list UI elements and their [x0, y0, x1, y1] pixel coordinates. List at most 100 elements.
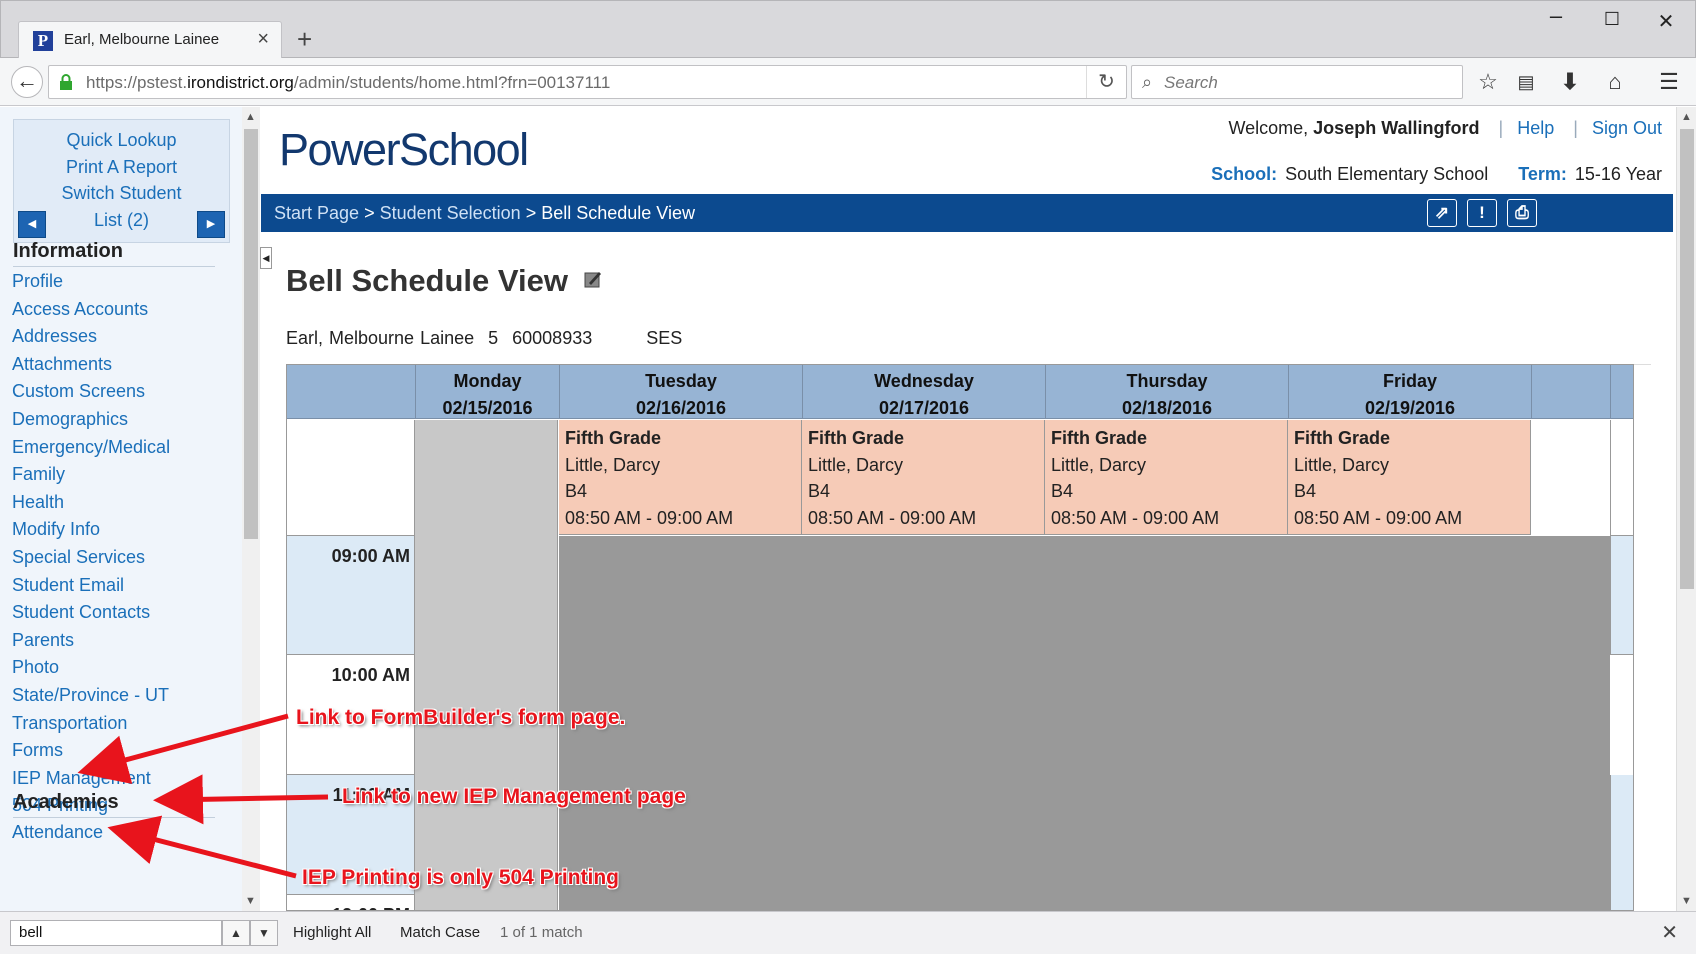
event-teacher: Little, Darcy — [1051, 454, 1147, 475]
class-event-wednesday[interactable]: Fifth Grade Little, Darcy B4 08:50 AM - 09:… — [802, 420, 1045, 535]
scroll-down-icon[interactable]: ▼ — [1681, 895, 1692, 907]
edit-page-icon[interactable] — [583, 269, 603, 289]
day-name: Thursday — [1126, 371, 1208, 391]
sidebar-item-iep-management[interactable]: IEP Management — [12, 765, 170, 793]
bookmark-star-icon[interactable]: ☆ — [1473, 68, 1503, 98]
sidebar-item-parents[interactable]: Parents — [12, 627, 170, 655]
browser-search-box[interactable]: ⌕ Search — [1131, 65, 1463, 99]
sidebar-item-student-contacts[interactable]: Student Contacts — [12, 599, 170, 627]
day-header-thursday: Thursday 02/18/2016 — [1045, 365, 1288, 419]
sidebar-item-custom-screens[interactable]: Custom Screens — [12, 378, 170, 406]
sidebar-item-state-province-ut[interactable]: State/Province - UT — [12, 682, 170, 710]
sidebar-item-health[interactable]: Health — [12, 489, 170, 517]
print-report-link[interactable]: Print A Report — [14, 154, 229, 181]
address-bar[interactable]: https://pstest.irondistrict.org/admin/st… — [48, 65, 1127, 99]
breadcrumb-bar: Start Page > Student Selection > Bell Sc… — [261, 194, 1673, 232]
browser-tab[interactable]: P Earl, Melbourne Lainee × — [18, 21, 282, 59]
day-name: Friday — [1382, 371, 1438, 391]
home-icon[interactable]: ⌂ — [1600, 68, 1630, 98]
breadcrumb-current: Bell Schedule View — [541, 203, 695, 223]
term-label: Term: — [1518, 164, 1567, 184]
tab-close-icon[interactable]: × — [257, 28, 269, 51]
sidebar-item-forms[interactable]: Forms — [12, 737, 170, 765]
iep-annotation: Link to new IEP Management page — [342, 785, 686, 808]
scroll-up-icon[interactable]: ▲ — [1681, 111, 1692, 123]
sidebar-scrollbar[interactable]: ▲ ▼ — [242, 107, 260, 911]
sidebar-item-demographics[interactable]: Demographics — [12, 406, 170, 434]
sidebar-item-addresses[interactable]: Addresses — [12, 323, 170, 351]
lock-icon — [60, 74, 72, 90]
sidebar-item-photo[interactable]: Photo — [12, 654, 170, 682]
page-scroll-thumb[interactable] — [1680, 129, 1694, 589]
event-title: Fifth Grade — [1294, 428, 1391, 448]
next-student-arrow-icon[interactable]: ▶ — [197, 211, 225, 238]
day-header-tuesday: Tuesday 02/16/2016 — [559, 365, 802, 419]
class-event-tuesday[interactable]: Fifth Grade Little, Darcy B4 08:50 AM - 09:… — [559, 420, 802, 535]
find-close-icon[interactable]: ✕ — [1661, 920, 1678, 945]
day-name: Wednesday — [874, 371, 974, 391]
external-link-icon[interactable]: ⇗ — [1427, 199, 1457, 227]
back-arrow-icon[interactable]: ← — [11, 66, 43, 98]
find-previous-icon[interactable]: ▲ — [222, 920, 250, 946]
previous-student-arrow-icon[interactable]: ◀ — [18, 211, 46, 238]
user-name: Joseph Wallingford — [1313, 118, 1480, 138]
breadcrumb-student-selection[interactable]: Student Selection — [380, 203, 521, 223]
tab-title: Earl, Melbourne Lainee — [64, 31, 220, 48]
event-room: B4 — [1294, 481, 1317, 501]
breadcrumb-start-page[interactable]: Start Page — [274, 203, 359, 223]
help-link[interactable]: Help — [1517, 118, 1554, 138]
sidebar-item-emergency-medical[interactable]: Emergency/Medical — [12, 434, 170, 462]
download-icon[interactable]: ⬇ — [1555, 68, 1585, 98]
sidebar-item-family[interactable]: Family — [12, 461, 170, 489]
term-value[interactable]: 15-16 Year — [1575, 164, 1662, 184]
window-close-icon[interactable]: ✕ — [1651, 9, 1681, 34]
menu-icon[interactable]: ☰ — [1654, 68, 1684, 98]
find-input[interactable]: bell — [10, 920, 222, 946]
user-bar: Welcome, Joseph Wallingford | Help | Sign … — [1228, 118, 1662, 138]
scroll-down-icon[interactable]: ▼ — [245, 895, 256, 907]
day-date: 02/18/2016 — [1121, 398, 1213, 418]
sign-out-link[interactable]: Sign Out — [1592, 118, 1662, 138]
find-next-icon[interactable]: ▼ — [250, 920, 278, 946]
event-room: B4 — [565, 481, 588, 501]
maximize-icon[interactable]: ☐ — [1597, 9, 1627, 30]
reading-list-icon[interactable]: ▤ — [1511, 68, 1541, 98]
event-title: Fifth Grade — [565, 428, 662, 448]
reload-icon[interactable]: ↻ — [1086, 66, 1126, 98]
printing-annotation: IEP Printing is only 504 Printing — [302, 866, 620, 889]
highlight-all-toggle[interactable]: Highlight All — [293, 924, 371, 941]
sidebar-item-special-services[interactable]: Special Services — [12, 544, 170, 572]
class-event-thursday[interactable]: Fifth Grade Little, Darcy B4 08:50 AM - 09:… — [1045, 420, 1288, 535]
sidebar-item-student-email[interactable]: Student Email — [12, 572, 170, 600]
day-header-friday: Friday 02/19/2016 — [1288, 365, 1531, 419]
sidebar-item-modify-info[interactable]: Modify Info — [12, 516, 170, 544]
quick-lookup-link[interactable]: Quick Lookup — [14, 127, 229, 154]
powerschool-logo[interactable]: PowerSchool — [279, 124, 529, 176]
alert-icon[interactable]: ! — [1467, 199, 1497, 227]
bell-schedule-grid: Monday 02/15/2016 Tuesday 02/16/2016 Wednesd… — [286, 364, 1634, 911]
event-teacher: Little, Darcy — [565, 454, 661, 475]
event-teacher: Little, Darcy — [1294, 454, 1390, 475]
sidebar-scroll-thumb[interactable] — [244, 129, 258, 539]
match-case-toggle[interactable]: Match Case — [400, 924, 480, 941]
school-name[interactable]: South Elementary School — [1285, 164, 1488, 184]
sidebar-item-profile[interactable]: Profile — [12, 268, 170, 296]
minimize-icon[interactable]: – — [1541, 3, 1571, 29]
sidebar-item-attendance[interactable]: Attendance — [12, 819, 103, 847]
powerschool-favicon-icon: P — [33, 31, 53, 51]
print-icon[interactable]: ⎙ — [1507, 199, 1537, 227]
new-tab-icon[interactable]: + — [297, 26, 312, 52]
switch-student-link[interactable]: Switch Student — [14, 180, 229, 207]
sidebar-item-access-accounts[interactable]: Access Accounts — [12, 296, 170, 324]
navigation-toolbar: ← https://pstest.irondistrict.org/admin/… — [0, 58, 1696, 106]
tab-bar: P Earl, Melbourne Lainee × + – ☐ ✕ — [0, 0, 1696, 59]
collapse-sidebar-icon[interactable]: ◀ — [260, 247, 272, 269]
page-scrollbar[interactable]: ▲ ▼ — [1676, 107, 1696, 911]
event-time: 08:50 AM - 09:00 AM — [565, 507, 734, 528]
scroll-up-icon[interactable]: ▲ — [245, 111, 256, 123]
breadcrumb: Start Page > Student Selection > Bell Sc… — [274, 203, 695, 223]
search-icon: ⌕ — [1142, 72, 1153, 92]
class-event-friday[interactable]: Fifth Grade Little, Darcy B4 08:50 AM - 09:… — [1288, 420, 1531, 535]
sidebar-item-transportation[interactable]: Transportation — [12, 710, 170, 738]
sidebar-item-attachments[interactable]: Attachments — [12, 351, 170, 379]
